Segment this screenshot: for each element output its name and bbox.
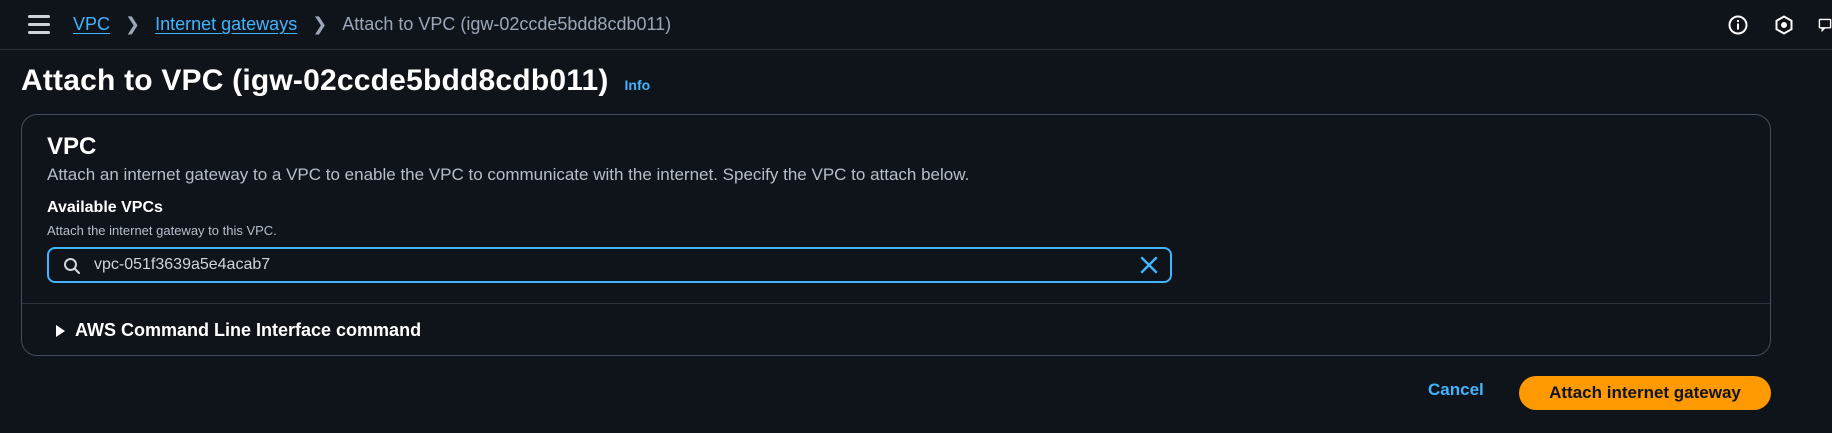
- breadcrumb-vpc-link[interactable]: VPC: [73, 14, 110, 35]
- breadcrumb-current: Attach to VPC (igw-02ccde5bdd8cdb011): [342, 14, 672, 34]
- available-vpcs-hint: Attach the internet gateway to this VPC.: [47, 223, 277, 238]
- info-icon[interactable]: [1726, 13, 1750, 37]
- info-link[interactable]: Info: [625, 77, 651, 93]
- panel-title: VPC: [47, 133, 97, 160]
- settings-hex-icon[interactable]: [1772, 13, 1796, 37]
- vpc-search-input[interactable]: [94, 256, 1094, 274]
- page-title: Attach to VPC (igw-02ccde5bdd8cdb011): [21, 64, 609, 97]
- divider: [22, 303, 1770, 304]
- attach-internet-gateway-button[interactable]: Attach internet gateway: [1519, 376, 1771, 410]
- breadcrumb-internet-gateways-link[interactable]: Internet gateways: [155, 14, 297, 35]
- breadcrumb: VPC ❯ Internet gateways ❯ Attach to VPC …: [73, 14, 671, 35]
- caret-right-icon: [56, 324, 65, 337]
- top-navigation-bar: VPC ❯ Internet gateways ❯ Attach to VPC …: [0, 0, 1832, 50]
- panel-description: Attach an internet gateway to a VPC to e…: [47, 165, 970, 184]
- search-icon: [63, 257, 81, 280]
- cli-command-label: AWS Command Line Interface command: [75, 320, 422, 340]
- feedback-icon[interactable]: [1818, 13, 1832, 37]
- top-right-icons: [1704, 13, 1832, 37]
- cli-command-expander[interactable]: AWS Command Line Interface command: [56, 320, 421, 341]
- available-vpcs-label: Available VPCs: [47, 199, 163, 216]
- cancel-button[interactable]: Cancel: [1428, 380, 1484, 400]
- chevron-right-icon: ❯: [312, 14, 328, 34]
- page-header: Attach to VPC (igw-02ccde5bdd8cdb011) In…: [21, 64, 650, 98]
- chevron-right-icon: ❯: [125, 14, 141, 34]
- clear-icon[interactable]: [1140, 256, 1158, 279]
- menu-icon[interactable]: [28, 15, 50, 35]
- vpc-search-field[interactable]: [47, 247, 1172, 283]
- vpc-panel: VPC Attach an internet gateway to a VPC …: [21, 114, 1771, 356]
